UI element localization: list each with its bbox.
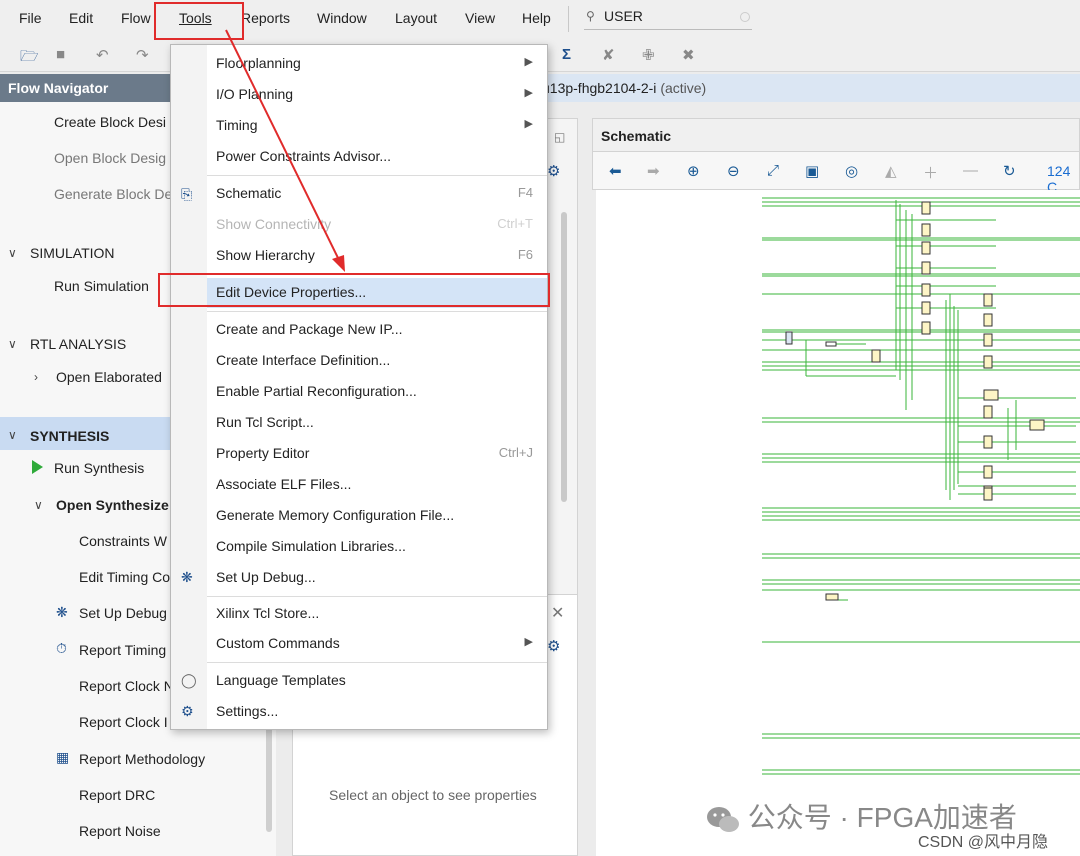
annotation-arrow-line xyxy=(225,29,341,263)
annotation-arrow-head xyxy=(332,255,345,272)
annotation-arrow xyxy=(225,29,345,272)
csdn-watermark: CSDN @风中月隐 xyxy=(918,834,1049,851)
wechat-logo-icon xyxy=(707,806,739,832)
